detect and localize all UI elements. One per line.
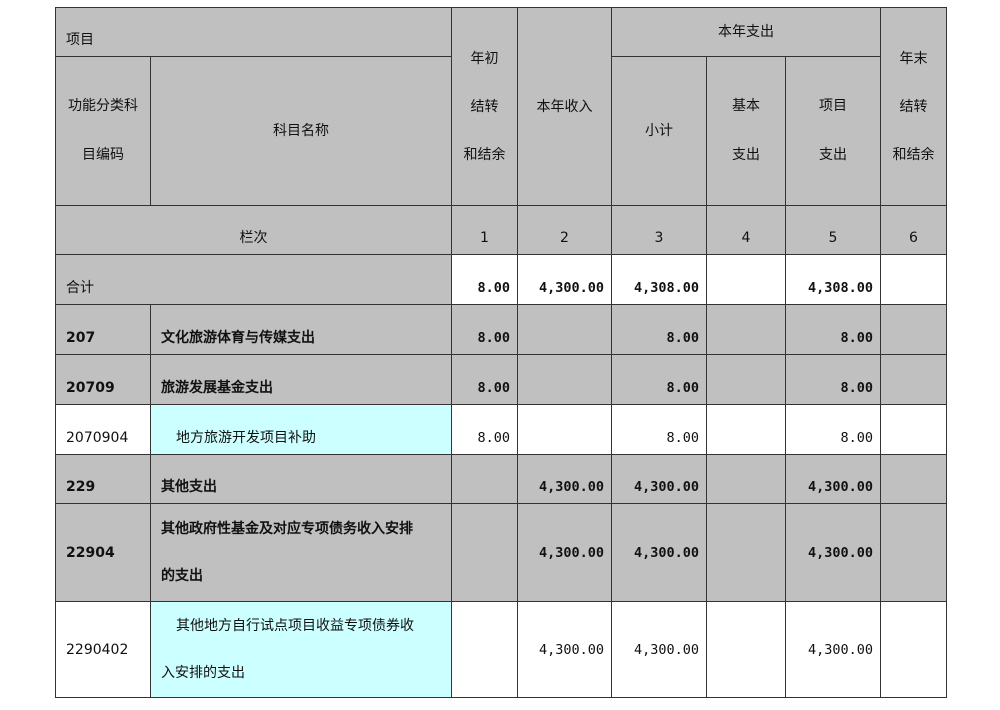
header-basic: 基本 支出 — [706, 56, 786, 206]
value-cell: 8.00 — [785, 304, 881, 355]
value-cell: 4,300.00 — [517, 254, 612, 305]
value-cell — [706, 404, 786, 455]
value-cell: 4,300.00 — [785, 503, 881, 602]
value-cell: 8.00 — [785, 354, 881, 405]
column-row-label: 栏次 — [55, 205, 452, 255]
value-cell — [517, 404, 612, 455]
value-cell — [706, 503, 786, 602]
header-project: 项目 支出 — [785, 56, 881, 206]
budget-expenditure-table: 项目 年初 结转 和结余 本年收入 本年支出 年末 结转 和结余 功能分类科 目… — [55, 7, 947, 698]
value-cell — [880, 304, 947, 355]
header-carry-end: 年末 结转 和结余 — [880, 7, 947, 206]
value-cell: 4,300.00 — [611, 454, 707, 504]
col-number: 3 — [611, 205, 707, 255]
value-cell — [451, 454, 518, 504]
value-cell: 8.00 — [611, 354, 707, 405]
value-cell: 8.00 — [451, 354, 518, 405]
value-cell — [451, 601, 518, 698]
func-code-cell: 20709 — [55, 354, 151, 405]
table-row: 22904 其他政府性基金及对应专项债务收入安排 的支出 4,300.00 4,… — [55, 503, 947, 602]
value-cell — [880, 354, 947, 405]
col-number: 5 — [785, 205, 881, 255]
subject-name-cell: 文化旅游体育与传媒支出 — [150, 304, 452, 355]
value-cell — [517, 304, 612, 355]
func-code-cell: 207 — [55, 304, 151, 355]
value-cell — [880, 503, 947, 602]
header-income: 本年收入 — [517, 7, 612, 206]
subject-name-cell: 其他地方自行试点项目收益专项债券收 入安排的支出 — [150, 601, 452, 698]
value-cell — [451, 503, 518, 602]
col-number: 2 — [517, 205, 612, 255]
value-cell: 4,300.00 — [517, 454, 612, 504]
value-cell: 8.00 — [451, 304, 518, 355]
total-row: 合计 8.00 4,300.00 4,308.00 4,308.00 — [55, 254, 947, 305]
subject-name-cell: 其他政府性基金及对应专项债务收入安排 的支出 — [150, 503, 452, 602]
table-row: 229 其他支出 4,300.00 4,300.00 4,300.00 — [55, 454, 947, 504]
header-item: 项目 — [55, 7, 452, 57]
value-cell: 8.00 — [451, 254, 518, 305]
table-row: 20709 旅游发展基金支出 8.00 8.00 8.00 — [55, 354, 947, 405]
value-cell: 8.00 — [611, 304, 707, 355]
header-expense: 本年支出 — [611, 7, 881, 57]
header-carry-begin: 年初 结转 和结余 — [451, 7, 518, 206]
budget-table-container: 项目 年初 结转 和结余 本年收入 本年支出 年末 结转 和结余 功能分类科 目… — [55, 7, 947, 698]
value-cell: 4,300.00 — [611, 601, 707, 698]
header-subtotal: 小计 — [611, 56, 707, 206]
value-cell — [880, 254, 947, 305]
subject-name-cell: 旅游发展基金支出 — [150, 354, 452, 405]
value-cell: 4,308.00 — [611, 254, 707, 305]
table-row: 2290402 其他地方自行试点项目收益专项债券收 入安排的支出 4,300.0… — [55, 601, 947, 698]
value-cell: 4,300.00 — [785, 454, 881, 504]
header-func-code: 功能分类科 目编码 — [55, 56, 151, 206]
value-cell — [880, 404, 947, 455]
header-subject-name: 科目名称 — [150, 56, 452, 206]
func-code-cell: 2290402 — [55, 601, 151, 698]
value-cell — [880, 454, 947, 504]
value-cell — [517, 354, 612, 405]
col-number: 6 — [880, 205, 947, 255]
value-cell — [880, 601, 947, 698]
col-number: 4 — [706, 205, 786, 255]
value-cell: 8.00 — [785, 404, 881, 455]
value-cell — [706, 601, 786, 698]
table-row: 2070904 地方旅游开发项目补助 8.00 8.00 8.00 — [55, 404, 947, 455]
value-cell — [706, 354, 786, 405]
value-cell: 4,308.00 — [785, 254, 881, 305]
value-cell: 4,300.00 — [611, 503, 707, 602]
func-code-cell: 2070904 — [55, 404, 151, 455]
value-cell — [706, 304, 786, 355]
value-cell: 8.00 — [451, 404, 518, 455]
value-cell — [706, 254, 786, 305]
value-cell — [706, 454, 786, 504]
total-label: 合计 — [55, 254, 452, 305]
subject-name-cell: 地方旅游开发项目补助 — [150, 404, 452, 455]
func-code-cell: 22904 — [55, 503, 151, 602]
value-cell: 4,300.00 — [517, 601, 612, 698]
subject-name-cell: 其他支出 — [150, 454, 452, 504]
value-cell: 4,300.00 — [517, 503, 612, 602]
value-cell: 4,300.00 — [785, 601, 881, 698]
value-cell: 8.00 — [611, 404, 707, 455]
table-row: 207 文化旅游体育与传媒支出 8.00 8.00 8.00 — [55, 304, 947, 355]
col-number: 1 — [451, 205, 518, 255]
func-code-cell: 229 — [55, 454, 151, 504]
